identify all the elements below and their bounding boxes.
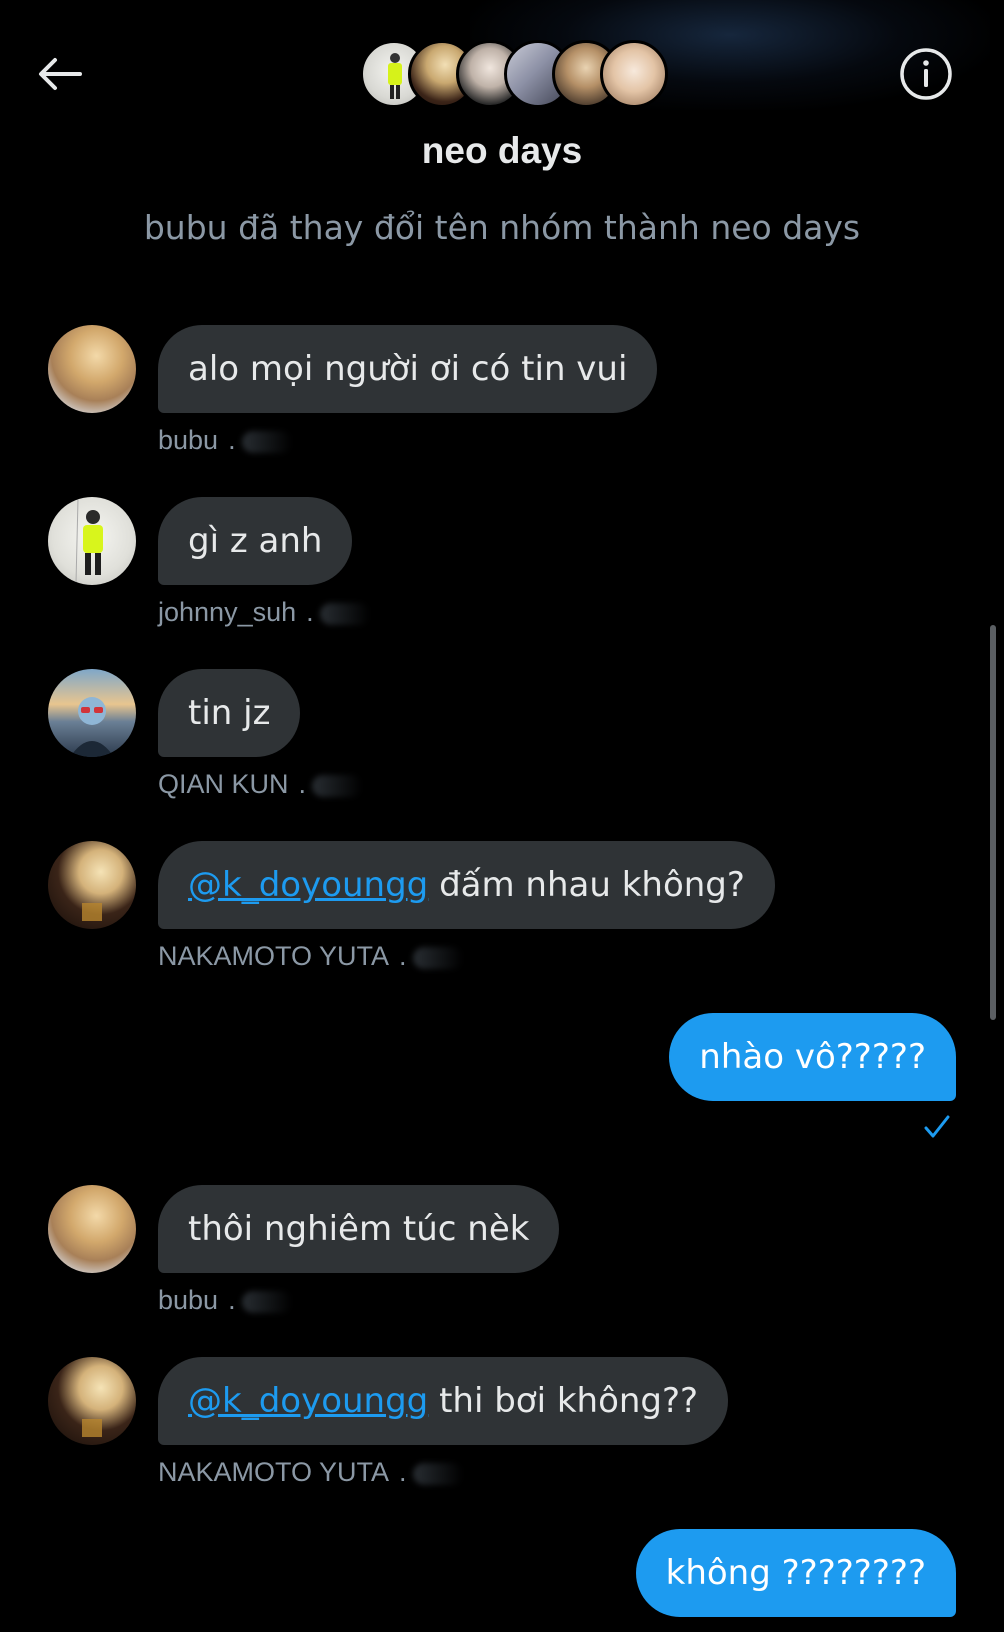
blurred-timestamp bbox=[412, 946, 463, 969]
blurred-timestamp bbox=[241, 1290, 292, 1313]
message-bubble[interactable]: @k_doyoungg đấm nhau không? bbox=[158, 841, 775, 929]
scrollbar[interactable] bbox=[990, 625, 996, 1020]
avatar[interactable] bbox=[48, 1357, 136, 1445]
avatar[interactable] bbox=[48, 325, 136, 413]
sender-info: bubu. bbox=[158, 1285, 292, 1316]
separator-dot: . bbox=[399, 1457, 407, 1487]
message-bubble[interactable]: gì z anh bbox=[158, 497, 353, 585]
message-bubble[interactable]: thôi nghiêm túc nèk bbox=[158, 1185, 560, 1273]
group-title[interactable]: neo days bbox=[0, 130, 1004, 172]
message-bubble[interactable]: @k_doyoungg thi bơi không?? bbox=[158, 1357, 729, 1445]
blurred-timestamp bbox=[312, 774, 363, 797]
sender-name[interactable]: QIAN KUN bbox=[158, 769, 289, 799]
sender-name[interactable]: johnny_suh bbox=[158, 597, 296, 627]
separator-dot: . bbox=[228, 1285, 236, 1315]
info-button[interactable] bbox=[898, 46, 954, 102]
blurred-timestamp bbox=[241, 430, 292, 453]
arrow-left-icon bbox=[39, 58, 82, 90]
sender-info: johnny_suh. bbox=[158, 597, 370, 628]
message-text: đấm nhau không? bbox=[428, 865, 745, 905]
separator-dot: . bbox=[399, 941, 407, 971]
blurred-timestamp bbox=[412, 1462, 463, 1485]
outgoing-message-bubble[interactable]: không ???????? bbox=[635, 1529, 956, 1617]
sender-name[interactable]: bubu bbox=[158, 1285, 218, 1315]
system-message: bubu đã thay đổi tên nhóm thành neo days bbox=[143, 208, 861, 247]
avatar[interactable] bbox=[48, 841, 136, 929]
group-avatars[interactable] bbox=[360, 40, 668, 108]
check-icon bbox=[924, 1115, 950, 1138]
info-circle-icon bbox=[900, 48, 952, 100]
sender-name[interactable]: NAKAMOTO YUTA bbox=[158, 941, 389, 971]
message-text: thi bơi không?? bbox=[428, 1381, 699, 1421]
sender-info: NAKAMOTO YUTA. bbox=[158, 941, 463, 972]
sender-info: bubu. bbox=[158, 425, 292, 456]
blurred-timestamp bbox=[319, 602, 370, 625]
sender-name[interactable]: NAKAMOTO YUTA bbox=[158, 1457, 389, 1487]
message-bubble[interactable]: alo mọi người ơi có tin vui bbox=[158, 325, 658, 413]
back-button[interactable] bbox=[36, 50, 84, 98]
separator-dot: . bbox=[228, 425, 236, 455]
mention-link[interactable]: @k_doyoungg bbox=[188, 865, 428, 905]
avatar bbox=[600, 40, 668, 108]
separator-dot: . bbox=[298, 769, 307, 799]
message-bubble[interactable]: tin jz bbox=[158, 669, 301, 757]
sender-name[interactable]: bubu bbox=[158, 425, 218, 455]
sender-info: NAKAMOTO YUTA. bbox=[158, 1457, 463, 1488]
conversation-header: neo days bbox=[0, 0, 1004, 180]
separator-dot: . bbox=[306, 597, 314, 627]
mention-link[interactable]: @k_doyoungg bbox=[188, 1381, 428, 1421]
avatar[interactable] bbox=[48, 1185, 136, 1273]
avatar[interactable] bbox=[48, 669, 136, 757]
sender-info: QIAN KUN. bbox=[158, 769, 363, 800]
avatar[interactable] bbox=[48, 497, 136, 585]
outgoing-message-bubble[interactable]: nhào vô????? bbox=[669, 1013, 956, 1101]
